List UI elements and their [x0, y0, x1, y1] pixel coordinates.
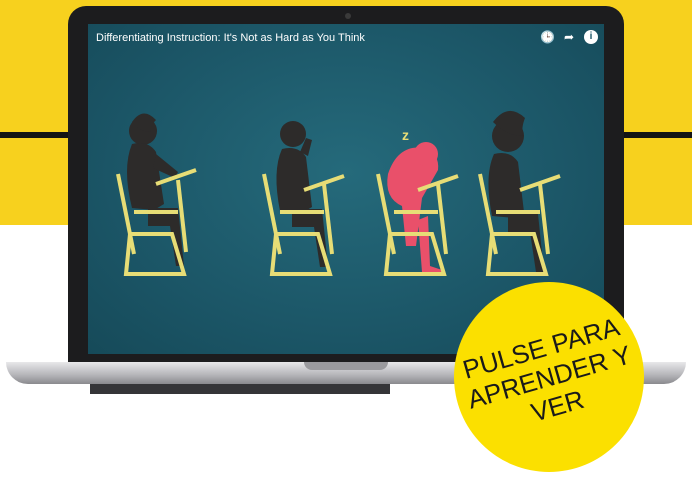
cta-text: PULSE PARA APRENDER Y VER: [456, 311, 643, 444]
laptop-shadow: [90, 384, 390, 394]
sleeping-student: [387, 142, 442, 276]
laptop-notch: [304, 362, 388, 370]
cta-circle-button[interactable]: PULSE PARA APRENDER Y VER: [454, 282, 644, 472]
camera-icon: [345, 13, 351, 19]
sleep-z: z: [402, 127, 409, 143]
